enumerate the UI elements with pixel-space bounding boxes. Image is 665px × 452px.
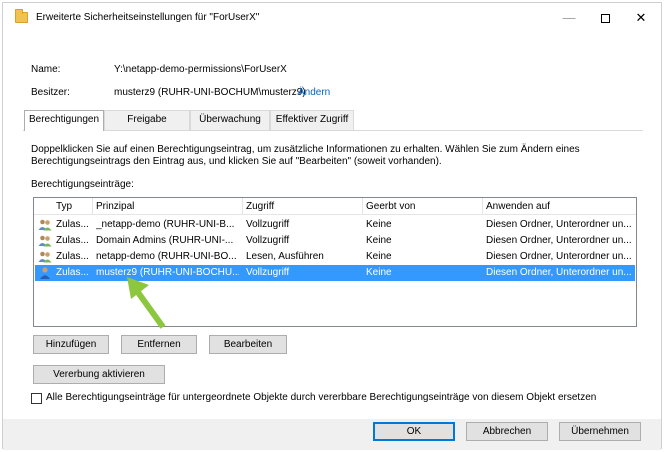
- user-icon: [40, 267, 50, 279]
- column-separator[interactable]: [92, 198, 93, 215]
- column-separator[interactable]: [362, 198, 363, 215]
- list-header: Typ Prinzipal Zugriff Geerbt von Anwende…: [34, 198, 636, 215]
- apply-button[interactable]: Übernehmen: [559, 422, 641, 441]
- tab-ueberwachung[interactable]: Überwachung: [190, 110, 270, 130]
- group-icon: [38, 219, 52, 231]
- table-row[interactable]: Zulas... netapp-demo (RUHR-UNI-BO... Les…: [35, 249, 635, 265]
- close-button[interactable]: ✕: [623, 7, 659, 29]
- tab-divider: [23, 130, 643, 131]
- tab-effektiver-zugriff[interactable]: Effektiver Zugriff: [270, 110, 354, 130]
- column-header-type[interactable]: Typ: [56, 201, 72, 212]
- maximize-button[interactable]: [587, 7, 623, 29]
- row-access: Vollzugriff: [246, 267, 290, 278]
- dialog-window: Erweiterte Sicherheitseinstellungen für …: [2, 2, 662, 450]
- name-value: Y:\netapp-demo-permissions\ForUserX: [114, 64, 287, 75]
- row-type: Zulas...: [56, 251, 89, 262]
- table-row[interactable]: Zulas... Domain Admins (RUHR-UNI-... Vol…: [35, 233, 635, 249]
- remove-button[interactable]: Entfernen: [121, 335, 197, 354]
- column-header-inherited[interactable]: Geerbt von: [366, 201, 415, 212]
- minimize-button[interactable]: —: [551, 7, 587, 29]
- row-access: Lesen, Ausführen: [246, 251, 324, 262]
- replace-child-permissions-label[interactable]: Alle Berechtigungseinträge für untergeor…: [46, 392, 596, 403]
- name-label: Name:: [31, 64, 61, 75]
- window-title: Erweiterte Sicherheitseinstellungen für …: [36, 12, 260, 23]
- table-row[interactable]: Zulas... _netapp-demo (RUHR-UNI-B... Vol…: [35, 217, 635, 233]
- row-inherited: Keine: [366, 219, 392, 230]
- column-header-principal[interactable]: Prinzipal: [96, 201, 134, 212]
- column-separator[interactable]: [242, 198, 243, 215]
- edit-button[interactable]: Bearbeiten: [209, 335, 287, 354]
- owner-value: musterz9 (RUHR-UNI-BOCHUM\musterz9): [114, 87, 306, 98]
- column-header-access[interactable]: Zugriff: [246, 201, 274, 212]
- group-icon: [38, 235, 52, 247]
- description-line-2: Berechtigungseintrags den Eintrag aus, u…: [31, 156, 442, 167]
- entries-label: Berechtigungseinträge:: [31, 179, 134, 190]
- ok-button[interactable]: OK: [373, 422, 455, 441]
- group-icon: [38, 251, 52, 263]
- row-inherited: Keine: [366, 251, 392, 262]
- change-owner-link[interactable]: Ändern: [298, 87, 330, 98]
- row-applies: Diesen Ordner, Unterordner un...: [486, 235, 632, 246]
- row-access: Vollzugriff: [246, 219, 290, 230]
- folder-icon: [15, 9, 28, 23]
- maximize-icon: [600, 14, 610, 24]
- row-inherited: Keine: [366, 267, 392, 278]
- title-bar[interactable]: Erweiterte Sicherheitseinstellungen für …: [3, 3, 661, 35]
- row-principal: Domain Admins (RUHR-UNI-...: [96, 235, 234, 246]
- row-applies: Diesen Ordner, Unterordner un...: [486, 219, 632, 230]
- row-type: Zulas...: [56, 267, 89, 278]
- replace-child-permissions-checkbox[interactable]: [31, 393, 42, 404]
- row-access: Vollzugriff: [246, 235, 290, 246]
- column-separator[interactable]: [482, 198, 483, 215]
- cancel-button[interactable]: Abbrechen: [466, 422, 548, 441]
- annotation-arrow-icon: [127, 277, 166, 329]
- row-type: Zulas...: [56, 235, 89, 246]
- tab-berechtigungen[interactable]: Berechtigungen: [24, 110, 104, 131]
- row-principal: netapp-demo (RUHR-UNI-BO...: [96, 251, 237, 262]
- row-applies: Diesen Ordner, Unterordner un...: [486, 251, 632, 262]
- row-inherited: Keine: [366, 235, 392, 246]
- add-button[interactable]: Hinzufügen: [33, 335, 109, 354]
- column-header-applies[interactable]: Anwenden auf: [486, 201, 550, 212]
- tab-freigabe[interactable]: Freigabe: [104, 110, 190, 130]
- row-applies: Diesen Ordner, Unterordner un...: [486, 267, 632, 278]
- owner-label: Besitzer:: [31, 87, 70, 98]
- row-type: Zulas...: [56, 219, 89, 230]
- enable-inheritance-button[interactable]: Vererbung aktivieren: [33, 365, 165, 384]
- row-principal: _netapp-demo (RUHR-UNI-B...: [96, 219, 235, 230]
- description-line-1: Doppelklicken Sie auf einen Berechtigung…: [31, 144, 580, 155]
